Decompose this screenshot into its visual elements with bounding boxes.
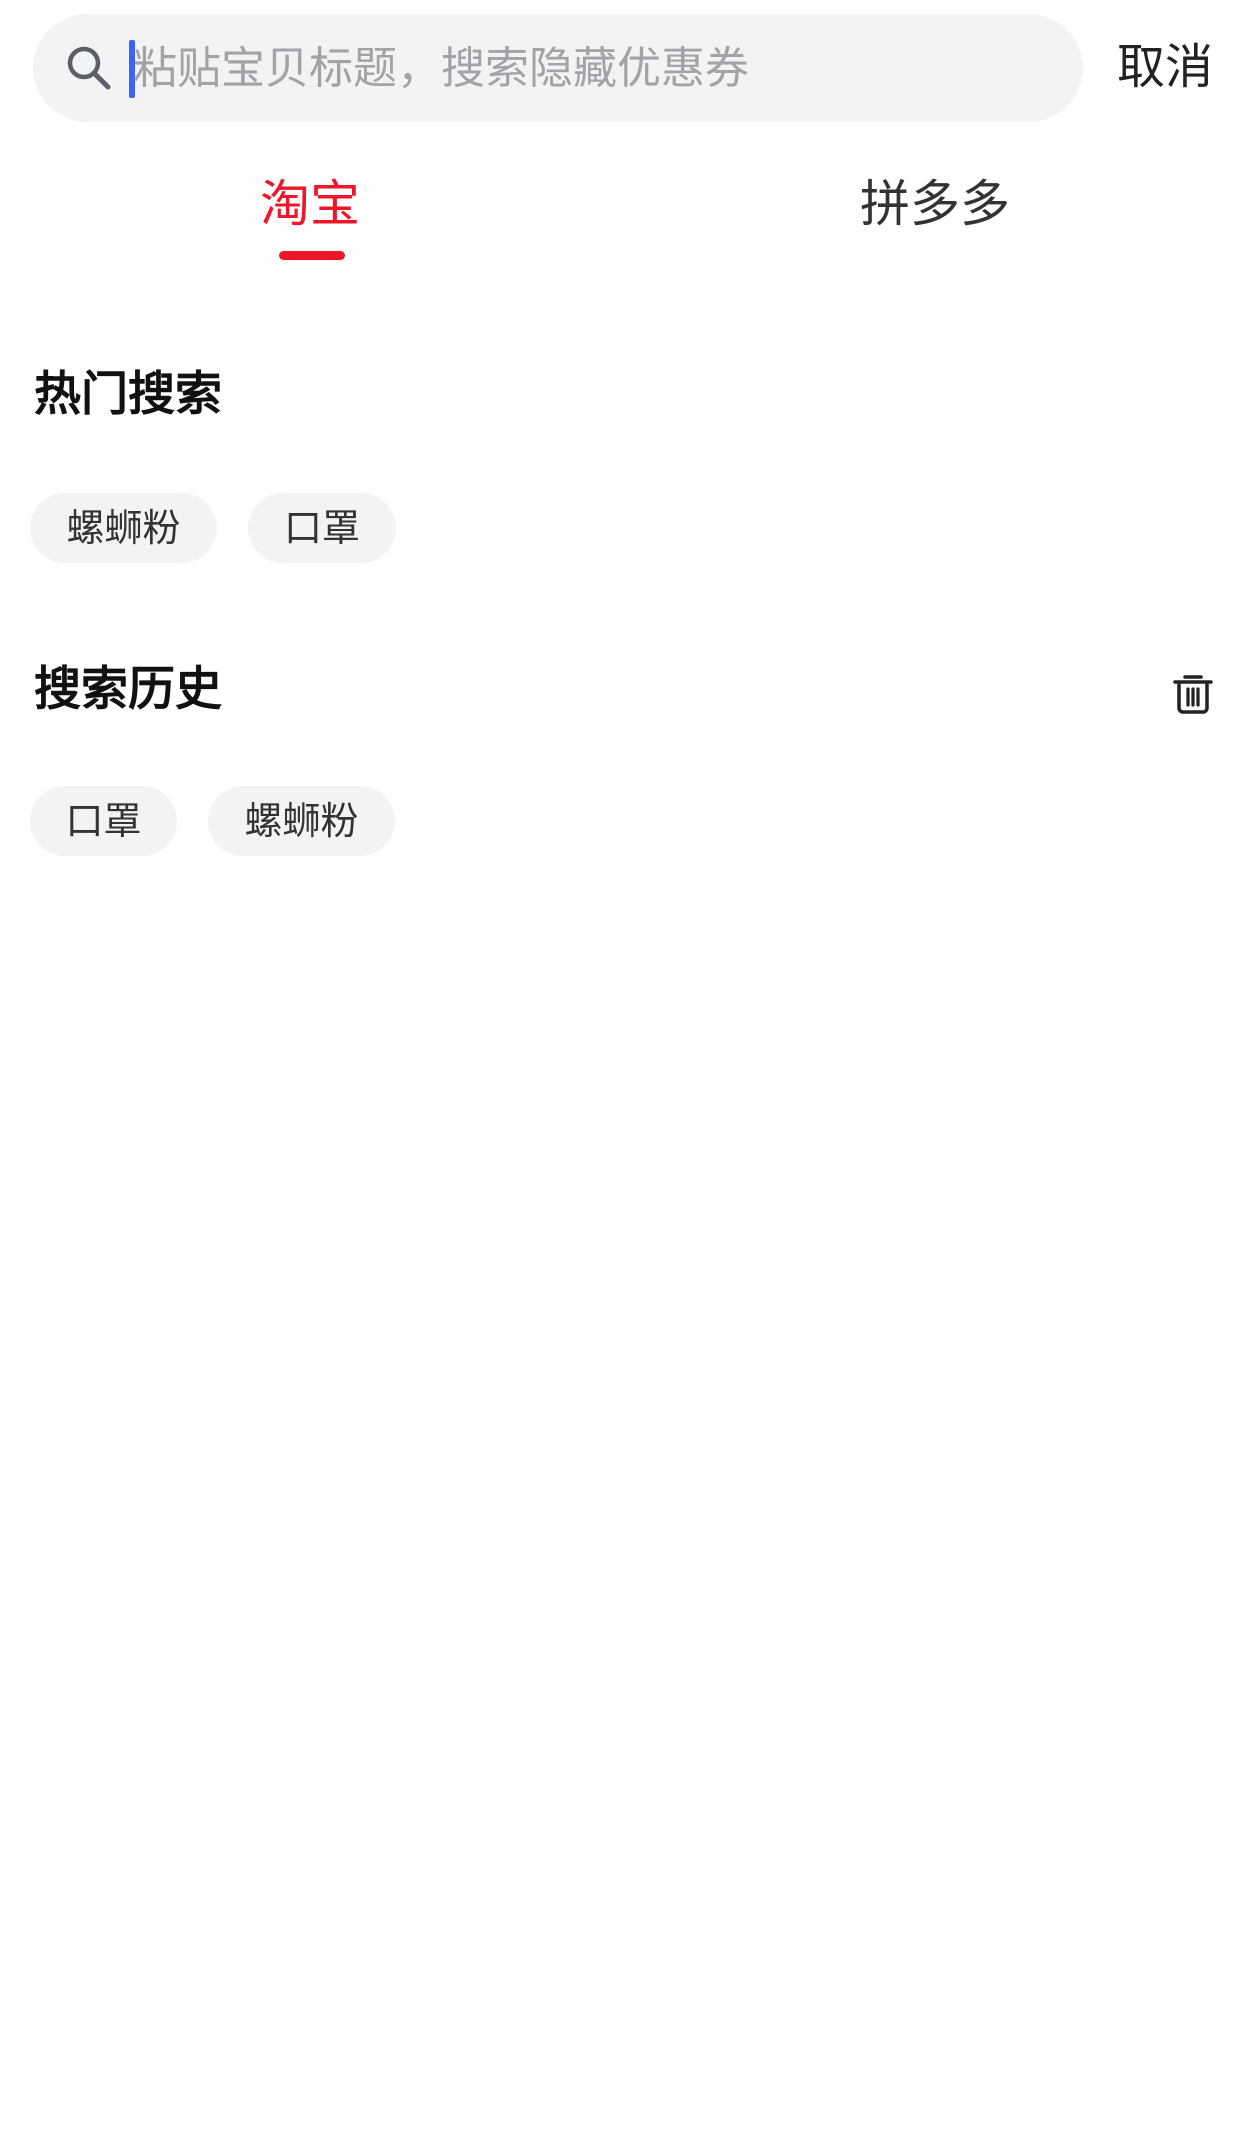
- active-tab-indicator: [279, 251, 345, 260]
- search-header: 取消: [0, 0, 1242, 140]
- hot-search-chip[interactable]: 螺蛳粉: [30, 493, 217, 563]
- search-input[interactable]: [133, 14, 1053, 122]
- search-page: 取消 淘宝 拼多多 热门搜索 螺蛳粉 口罩 搜索历史 口罩 螺蛳粉: [0, 0, 1242, 2150]
- tab-pinduoduo[interactable]: 拼多多: [835, 164, 1035, 244]
- trash-icon[interactable]: [1170, 670, 1216, 716]
- platform-tabs: 淘宝 拼多多: [0, 140, 1242, 270]
- search-box[interactable]: [33, 14, 1083, 122]
- cancel-button[interactable]: 取消: [1110, 30, 1220, 106]
- hot-search-title: 热门搜索: [34, 367, 222, 422]
- search-icon: [67, 46, 111, 90]
- search-history-title: 搜索历史: [34, 662, 222, 717]
- hot-search-chip[interactable]: 口罩: [248, 493, 396, 563]
- history-chip[interactable]: 螺蛳粉: [208, 786, 395, 856]
- history-chip[interactable]: 口罩: [30, 786, 177, 856]
- tab-taobao[interactable]: 淘宝: [210, 164, 410, 244]
